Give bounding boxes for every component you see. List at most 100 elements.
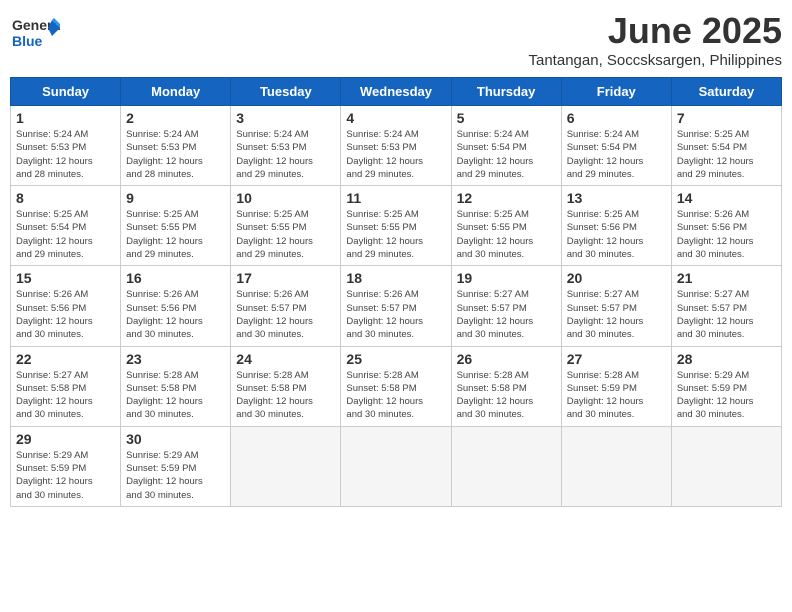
day-number: 16 — [126, 270, 225, 286]
logo-image: General Blue — [10, 10, 60, 65]
calendar-cell: 20Sunrise: 5:27 AM Sunset: 5:57 PM Dayli… — [561, 266, 671, 346]
day-info: Sunrise: 5:28 AM Sunset: 5:58 PM Dayligh… — [126, 369, 225, 422]
calendar-cell: 7 Sunrise: 5:25 AM Sunset: 5:54 PM Daylig… — [671, 106, 781, 186]
calendar-cell: 23 Sunrise: 5:28 AM Sunset: 5:58 PM Dayli… — [121, 346, 231, 426]
title-area: June 2025 Tantangan, Soccsksargen, Phili… — [529, 10, 783, 69]
day-number: 19 — [457, 270, 556, 286]
calendar-cell: 28 Sunrise: 5:29 AM Sunset: 5:59 PM Dayli… — [671, 346, 781, 426]
day-number: 7 — [677, 110, 776, 126]
header-tuesday: Tuesday — [231, 78, 341, 106]
header-row: Sunday Monday Tuesday Wednesday Thursday… — [11, 78, 782, 106]
day-number: 17 — [236, 270, 335, 286]
day-info: Sunrise: 5:29 AM Sunset: 5:59 PM Dayligh… — [126, 449, 225, 502]
day-info: Sunrise: 5:29 AM Sunset: 5:59 PM Dayligh… — [16, 449, 115, 502]
calendar-title: June 2025 — [529, 10, 783, 52]
day-info: Sunrise: 5:26 AM Sunset: 5:57 PM Dayligh… — [346, 288, 445, 341]
day-info: Sunrise: 5:25 AM Sunset: 5:55 PM Dayligh… — [457, 208, 556, 261]
calendar-cell: 30 Sunrise: 5:29 AM Sunset: 5:59 PM Dayli… — [121, 426, 231, 506]
day-info: Sunrise: 5:28 AM Sunset: 5:58 PM Dayligh… — [457, 369, 556, 422]
day-info: Sunrise: 5:24 AM Sunset: 5:53 PM Dayligh… — [126, 128, 225, 181]
day-number: 5 — [457, 110, 556, 126]
day-info: Sunrise: 5:27 AM Sunset: 5:58 PM Dayligh… — [16, 369, 115, 422]
calendar-cell: 16 Sunrise: 5:26 AM Sunset: 5:56 PM Dayli… — [121, 266, 231, 346]
calendar-cell: 19Sunrise: 5:27 AM Sunset: 5:57 PM Dayli… — [451, 266, 561, 346]
calendar-cell: 26 Sunrise: 5:28 AM Sunset: 5:58 PM Dayli… — [451, 346, 561, 426]
day-number: 2 — [126, 110, 225, 126]
day-number: 22 — [16, 351, 115, 367]
day-info: Sunrise: 5:28 AM Sunset: 5:58 PM Dayligh… — [346, 369, 445, 422]
day-info: Sunrise: 5:26 AM Sunset: 5:57 PM Dayligh… — [236, 288, 335, 341]
day-info: Sunrise: 5:26 AM Sunset: 5:56 PM Dayligh… — [126, 288, 225, 341]
day-number: 21 — [677, 270, 776, 286]
day-info: Sunrise: 5:24 AM Sunset: 5:54 PM Dayligh… — [457, 128, 556, 181]
header-monday: Monday — [121, 78, 231, 106]
calendar-cell: 11Sunrise: 5:25 AM Sunset: 5:55 PM Dayli… — [341, 186, 451, 266]
day-number: 24 — [236, 351, 335, 367]
header-sunday: Sunday — [11, 78, 121, 106]
day-number: 1 — [16, 110, 115, 126]
day-number: 29 — [16, 431, 115, 447]
day-number: 11 — [346, 190, 445, 206]
day-info: Sunrise: 5:25 AM Sunset: 5:54 PM Dayligh… — [16, 208, 115, 261]
calendar-cell: 8Sunrise: 5:25 AM Sunset: 5:54 PM Daylig… — [11, 186, 121, 266]
day-info: Sunrise: 5:26 AM Sunset: 5:56 PM Dayligh… — [677, 208, 776, 261]
calendar-cell: 17 Sunrise: 5:26 AM Sunset: 5:57 PM Dayli… — [231, 266, 341, 346]
day-number: 30 — [126, 431, 225, 447]
calendar-subtitle: Tantangan, Soccsksargen, Philippines — [529, 52, 783, 69]
header-friday: Friday — [561, 78, 671, 106]
calendar-table: Sunday Monday Tuesday Wednesday Thursday… — [10, 77, 782, 507]
day-number: 12 — [457, 190, 556, 206]
calendar-cell: 13 Sunrise: 5:25 AM Sunset: 5:56 PM Dayli… — [561, 186, 671, 266]
day-number: 27 — [567, 351, 666, 367]
day-info: Sunrise: 5:24 AM Sunset: 5:54 PM Dayligh… — [567, 128, 666, 181]
day-number: 28 — [677, 351, 776, 367]
day-info: Sunrise: 5:24 AM Sunset: 5:53 PM Dayligh… — [16, 128, 115, 181]
day-number: 15 — [16, 270, 115, 286]
calendar-cell: 29 Sunrise: 5:29 AM Sunset: 5:59 PM Dayli… — [11, 426, 121, 506]
day-number: 25 — [346, 351, 445, 367]
day-number: 10 — [236, 190, 335, 206]
day-number: 9 — [126, 190, 225, 206]
calendar-cell — [451, 426, 561, 506]
header-saturday: Saturday — [671, 78, 781, 106]
calendar-cell: 9Sunrise: 5:25 AM Sunset: 5:55 PM Daylig… — [121, 186, 231, 266]
day-info: Sunrise: 5:25 AM Sunset: 5:54 PM Dayligh… — [677, 128, 776, 181]
calendar-cell: 27 Sunrise: 5:28 AM Sunset: 5:59 PM Dayli… — [561, 346, 671, 426]
day-info: Sunrise: 5:29 AM Sunset: 5:59 PM Dayligh… — [677, 369, 776, 422]
logo: General Blue — [10, 10, 60, 65]
day-number: 26 — [457, 351, 556, 367]
day-number: 3 — [236, 110, 335, 126]
svg-text:Blue: Blue — [12, 33, 43, 49]
day-number: 14 — [677, 190, 776, 206]
calendar-week-row: 1 Sunrise: 5:24 AM Sunset: 5:53 PM Daylig… — [11, 106, 782, 186]
calendar-cell: 3 Sunrise: 5:24 AM Sunset: 5:53 PM Daylig… — [231, 106, 341, 186]
calendar-cell: 21 Sunrise: 5:27 AM Sunset: 5:57 PM Dayli… — [671, 266, 781, 346]
day-number: 18 — [346, 270, 445, 286]
day-number: 13 — [567, 190, 666, 206]
calendar-cell: 15 Sunrise: 5:26 AM Sunset: 5:56 PM Dayli… — [11, 266, 121, 346]
calendar-cell: 24Sunrise: 5:28 AM Sunset: 5:58 PM Dayli… — [231, 346, 341, 426]
day-info: Sunrise: 5:25 AM Sunset: 5:55 PM Dayligh… — [236, 208, 335, 261]
day-number: 23 — [126, 351, 225, 367]
calendar-cell: 12 Sunrise: 5:25 AM Sunset: 5:55 PM Dayli… — [451, 186, 561, 266]
calendar-cell: 22 Sunrise: 5:27 AM Sunset: 5:58 PM Dayli… — [11, 346, 121, 426]
day-info: Sunrise: 5:27 AM Sunset: 5:57 PM Dayligh… — [677, 288, 776, 341]
calendar-cell: 4 Sunrise: 5:24 AM Sunset: 5:53 PM Daylig… — [341, 106, 451, 186]
day-info: Sunrise: 5:25 AM Sunset: 5:56 PM Dayligh… — [567, 208, 666, 261]
calendar-cell: 1 Sunrise: 5:24 AM Sunset: 5:53 PM Daylig… — [11, 106, 121, 186]
calendar-cell: 6Sunrise: 5:24 AM Sunset: 5:54 PM Daylig… — [561, 106, 671, 186]
calendar-cell: 18 Sunrise: 5:26 AM Sunset: 5:57 PM Dayli… — [341, 266, 451, 346]
day-info: Sunrise: 5:24 AM Sunset: 5:53 PM Dayligh… — [346, 128, 445, 181]
day-info: Sunrise: 5:27 AM Sunset: 5:57 PM Dayligh… — [567, 288, 666, 341]
calendar-cell: 2 Sunrise: 5:24 AM Sunset: 5:53 PM Daylig… — [121, 106, 231, 186]
header-wednesday: Wednesday — [341, 78, 451, 106]
calendar-cell: 10 Sunrise: 5:25 AM Sunset: 5:55 PM Dayli… — [231, 186, 341, 266]
header-thursday: Thursday — [451, 78, 561, 106]
calendar-cell — [231, 426, 341, 506]
day-number: 4 — [346, 110, 445, 126]
day-info: Sunrise: 5:26 AM Sunset: 5:56 PM Dayligh… — [16, 288, 115, 341]
day-info: Sunrise: 5:28 AM Sunset: 5:59 PM Dayligh… — [567, 369, 666, 422]
day-info: Sunrise: 5:24 AM Sunset: 5:53 PM Dayligh… — [236, 128, 335, 181]
calendar-week-row: 15 Sunrise: 5:26 AM Sunset: 5:56 PM Dayli… — [11, 266, 782, 346]
calendar-cell: 5 Sunrise: 5:24 AM Sunset: 5:54 PM Daylig… — [451, 106, 561, 186]
